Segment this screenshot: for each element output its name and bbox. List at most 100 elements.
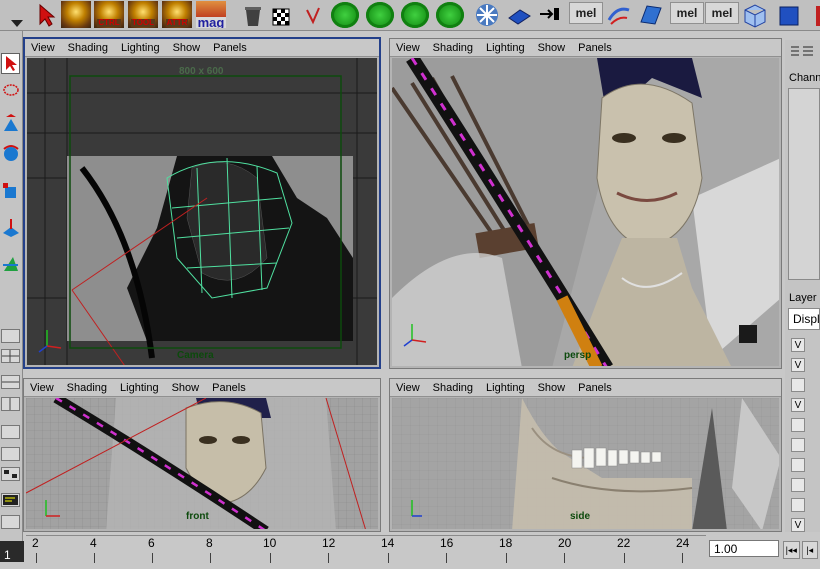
tick-label: 10 [263, 536, 277, 550]
step-back-icon[interactable]: |◂ [801, 541, 818, 559]
gear-icon-4[interactable] [436, 2, 464, 28]
tool-button[interactable]: TOOL [128, 1, 158, 28]
viewport-side[interactable]: View Shading Lighting Show Panels side [389, 378, 782, 532]
checker-icon[interactable] [266, 1, 296, 28]
orb-icon[interactable] [61, 1, 91, 28]
go-to-start-icon[interactable]: |◂◂ [783, 541, 800, 559]
menu-view[interactable]: View [396, 42, 420, 54]
menu-shading[interactable]: Shading [433, 42, 473, 54]
layout-quad-icon[interactable] [1, 349, 20, 363]
layer-visibility-toggle[interactable] [791, 378, 805, 392]
menu-lighting[interactable]: Lighting [121, 42, 160, 54]
manipulator-icon[interactable] [1, 217, 20, 238]
menu-lighting[interactable]: Lighting [486, 42, 525, 54]
layout-horizontal-icon[interactable] [1, 375, 20, 389]
menu-panels[interactable]: Panels [212, 382, 246, 394]
channels-header[interactable]: Chann [789, 72, 820, 84]
layout-single-icon[interactable] [1, 329, 20, 343]
layer-visibility-toggle[interactable] [791, 418, 805, 432]
layer-visibility-toggle[interactable]: V [791, 338, 805, 352]
mel-button-3[interactable]: mel [705, 2, 739, 24]
menu-show[interactable]: Show [172, 382, 200, 394]
lasso-tool-icon[interactable] [1, 81, 20, 102]
layout-outliner-icon[interactable] [1, 425, 20, 439]
current-frame-indicator[interactable]: 1 [0, 541, 24, 562]
menu-view[interactable]: View [396, 382, 420, 394]
menu-shading[interactable]: Shading [433, 382, 473, 394]
shelf-more-icon[interactable] [806, 1, 820, 28]
flag-icon[interactable] [636, 1, 666, 28]
ctrl-label: CTRL [97, 18, 121, 27]
menu-panels[interactable]: Panels [578, 382, 612, 394]
menu-show[interactable]: Show [538, 42, 566, 54]
tool-label: TOOL [130, 18, 156, 27]
menu-lighting[interactable]: Lighting [120, 382, 159, 394]
side-name-label: side [570, 511, 591, 522]
menu-view[interactable]: View [30, 382, 54, 394]
channel-box-area[interactable] [788, 88, 820, 280]
time-slider[interactable]: 2 4 6 8 10 12 14 16 18 20 22 24 [26, 535, 706, 563]
front-canvas[interactable]: front [26, 398, 378, 529]
move-tool-icon[interactable] [1, 113, 20, 134]
attr-label: ATTR [165, 18, 189, 27]
layer-visibility-toggle[interactable] [791, 498, 805, 512]
scale-tool-icon[interactable] [1, 181, 20, 202]
trash-icon[interactable] [238, 1, 268, 28]
cage-icon[interactable] [740, 1, 770, 28]
curve-tool-icon[interactable] [298, 1, 328, 28]
menu-shading[interactable]: Shading [68, 42, 108, 54]
layout-vertical-icon[interactable] [1, 397, 20, 411]
menu-shading[interactable]: Shading [67, 382, 107, 394]
import-arrow-icon[interactable] [535, 1, 565, 28]
current-time-field[interactable]: 1.00 [709, 540, 779, 557]
menu-show[interactable]: Show [173, 42, 201, 54]
mel-button-1[interactable]: mel [569, 2, 603, 24]
cube-icon[interactable] [774, 1, 804, 28]
display-layer-field[interactable]: Displ [788, 308, 820, 330]
toolbox [0, 31, 23, 541]
soft-mod-icon[interactable] [1, 253, 20, 274]
select-arrow-icon[interactable] [30, 1, 60, 28]
ctrl-button[interactable]: CTRL [94, 1, 124, 28]
channel-box-toggle-icon[interactable] [789, 44, 815, 60]
layout-hypergraph-icon[interactable] [1, 467, 20, 481]
layer-visibility-toggle[interactable]: V [791, 358, 805, 372]
viewport-menu-side: View Shading Lighting Show Panels [390, 379, 781, 397]
gear-icon-3[interactable] [401, 2, 429, 28]
tick-label: 22 [617, 536, 631, 550]
layout-graph-icon[interactable] [1, 447, 20, 461]
viewport-front[interactable]: View Shading Lighting Show Panels front [23, 378, 381, 532]
gear-icon-2[interactable] [366, 2, 394, 28]
layer-visibility-toggle[interactable] [791, 458, 805, 472]
viewport-persp[interactable]: View Shading Lighting Show Panels persp [389, 38, 782, 369]
menu-lighting[interactable]: Lighting [486, 382, 525, 394]
gear-icon-1[interactable] [331, 2, 359, 28]
plane-icon[interactable] [504, 1, 534, 28]
front-scene [26, 398, 378, 529]
menu-panels[interactable]: Panels [578, 42, 612, 54]
shelf-scroll-icon[interactable] [2, 1, 32, 28]
viewport-camera[interactable]: View Shading Lighting Show Panels 800 x … [23, 37, 381, 369]
mel-button-2[interactable]: mel [670, 2, 704, 24]
menu-panels[interactable]: Panels [213, 42, 247, 54]
menu-view[interactable]: View [31, 42, 55, 54]
layer-visibility-toggle[interactable]: V [791, 518, 805, 532]
layers-header[interactable]: Layer [789, 292, 817, 304]
layer-visibility-toggle[interactable] [791, 438, 805, 452]
menu-show[interactable]: Show [538, 382, 566, 394]
layout-script-icon[interactable] [1, 493, 20, 507]
camera-canvas[interactable]: 800 x 600 Camera [27, 58, 377, 365]
layout-custom-icon[interactable] [1, 515, 20, 529]
layer-visibility-toggle[interactable] [791, 478, 805, 492]
persp-canvas[interactable]: persp [392, 58, 779, 366]
layer-visibility-toggle[interactable]: V [791, 398, 805, 412]
mag-button[interactable]: mag [196, 1, 226, 28]
camera-name-label: Camera [177, 350, 214, 361]
attr-button[interactable]: ATTR [162, 1, 192, 28]
snowflake-icon[interactable] [472, 1, 502, 28]
tick-label: 4 [90, 536, 97, 550]
rotate-tool-icon[interactable] [1, 143, 20, 164]
brush-icon[interactable] [604, 1, 634, 28]
select-tool-icon[interactable] [1, 53, 20, 74]
side-canvas[interactable]: side [392, 398, 779, 529]
